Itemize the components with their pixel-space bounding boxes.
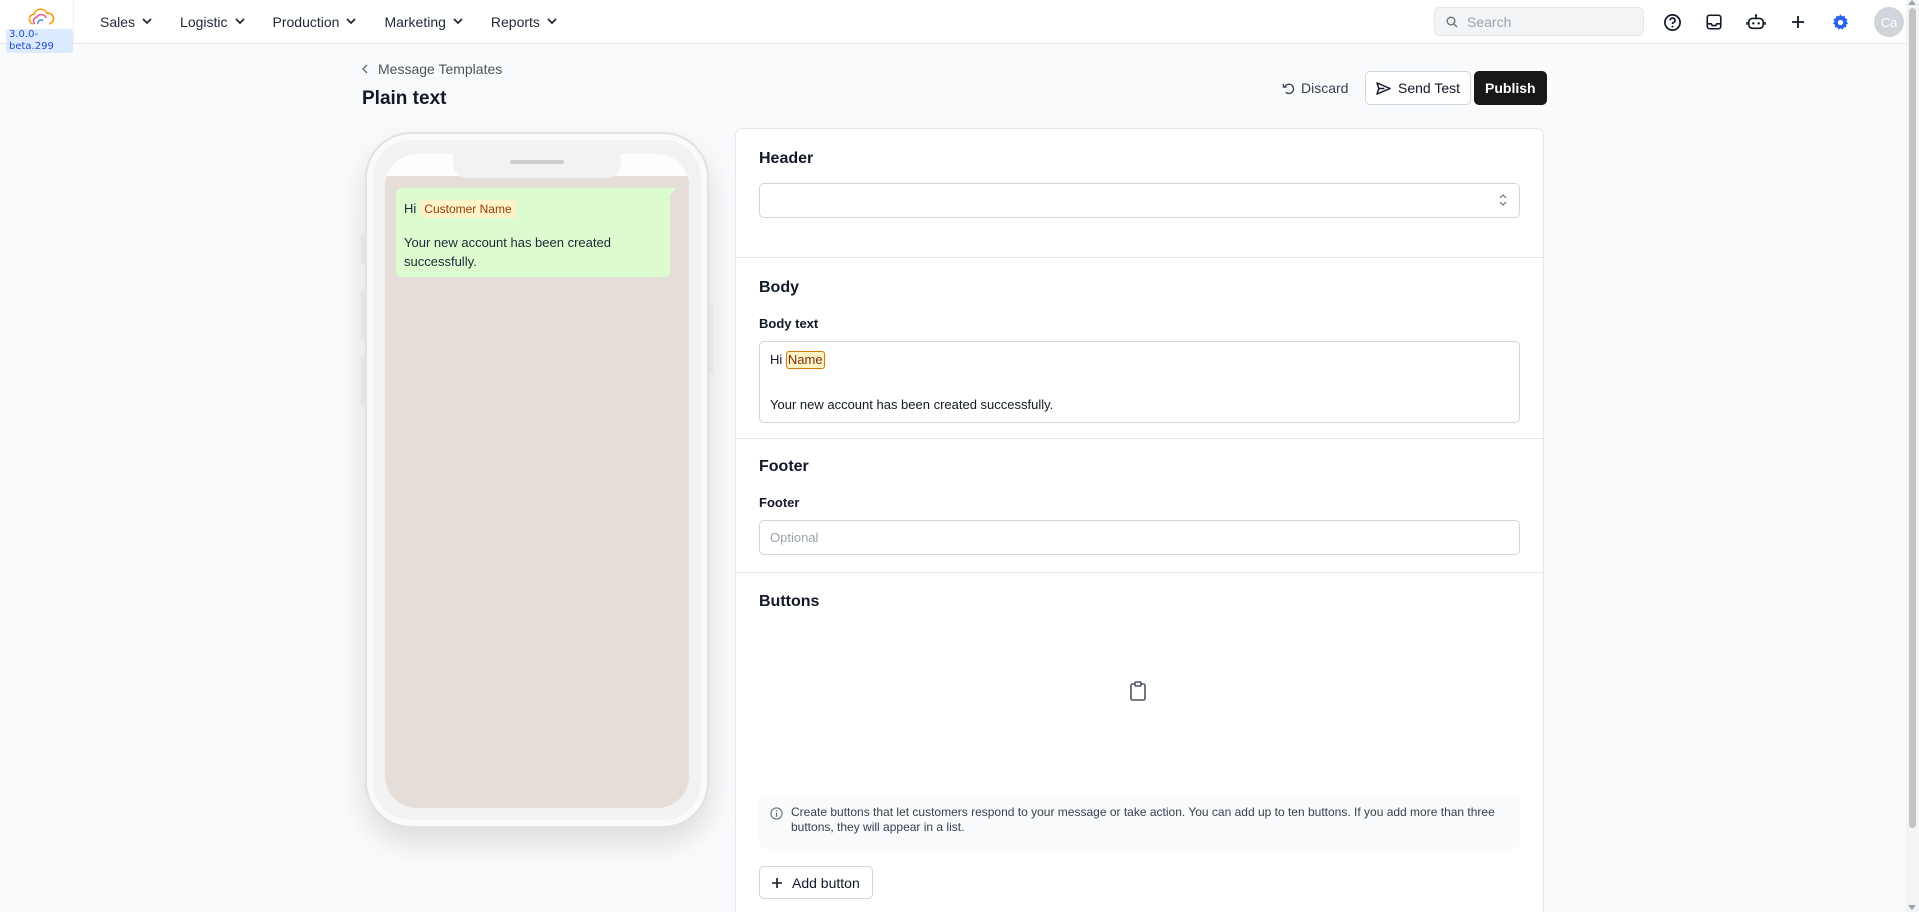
bot-button[interactable] [1745, 11, 1767, 33]
search-icon [1446, 16, 1458, 27]
scrollbar-thumb[interactable] [1909, 8, 1916, 828]
nav-reports-label: Reports [490, 13, 540, 30]
nav-sales-label: Sales [100, 13, 136, 30]
app-logo[interactable]: 3.0.0-beta.299 [0, 0, 74, 53]
body-section-title: Body [759, 279, 799, 296]
footer-label: Footer [759, 495, 800, 510]
discard-button[interactable]: Discard [1276, 71, 1354, 105]
search-input[interactable] [1467, 13, 1627, 30]
discard-label: Discard [1301, 80, 1349, 96]
chevron-down-icon [234, 18, 245, 25]
gear-icon [1832, 13, 1848, 30]
footer-section-title: Footer [759, 458, 809, 475]
nav-logistic[interactable]: Logistic [180, 13, 245, 30]
add-button-button[interactable]: Add button [759, 866, 873, 899]
breadcrumb-label: Message Templates [378, 61, 503, 77]
breadcrumb[interactable]: Message Templates [362, 61, 502, 77]
preview-variable-chip: Customer Name [420, 200, 516, 218]
nav-marketing[interactable]: Marketing [384, 13, 463, 30]
inbox-icon [1706, 14, 1722, 30]
cloud-logo-icon [28, 7, 55, 25]
header-section-title: Header [759, 150, 814, 167]
chevron-down-icon [547, 18, 557, 25]
clipboard-icon [1130, 681, 1146, 701]
help-button[interactable] [1661, 11, 1683, 33]
inbox-button[interactable] [1703, 11, 1725, 33]
body-section: Body Body text Hi Name Your new account … [736, 258, 1543, 439]
send-test-label: Send Test [1398, 80, 1461, 96]
top-navbar: 3.0.0-beta.299 Sales Logistic Production… [0, 0, 1906, 53]
template-editor-card: Header Body Body text Hi Name Your new a… [735, 128, 1544, 912]
plus-icon [1792, 16, 1804, 28]
chevron-down-icon [142, 18, 152, 25]
chevron-up-down-icon [1499, 194, 1507, 206]
chevron-down-icon [346, 18, 357, 25]
body-greeting: Hi [770, 352, 783, 367]
send-test-button[interactable]: Send Test [1365, 71, 1472, 105]
buttons-info-box: Create buttons that let customers respon… [759, 797, 1520, 849]
message-bubble: Hi Customer Name Your new account has bee… [396, 188, 677, 277]
phone-side-button [361, 356, 365, 406]
info-icon [770, 807, 783, 820]
phone-side-button [361, 234, 365, 264]
body-text: Your new account has been created succes… [770, 397, 1054, 412]
preview-body-text: Your new account has been created succes… [404, 235, 611, 269]
send-icon [1376, 81, 1391, 95]
phone-side-button [361, 290, 365, 340]
bot-icon [1746, 14, 1766, 30]
body-text-editor[interactable]: Hi Name Your new account has been create… [759, 341, 1520, 423]
add-button[interactable] [1787, 11, 1809, 33]
search-box[interactable] [1434, 7, 1644, 36]
nav-reports[interactable]: Reports [491, 14, 557, 30]
chevron-left-icon [362, 64, 368, 74]
main-nav: Sales Logistic Production Marketing Repo… [100, 14, 585, 30]
nav-production-label: Production [272, 13, 340, 30]
nav-marketing-label: Marketing [384, 13, 446, 30]
preview-greeting: Hi [404, 201, 417, 216]
settings-button[interactable] [1829, 11, 1851, 33]
scroll-down-icon[interactable] [1908, 905, 1916, 910]
nav-production[interactable]: Production [273, 14, 357, 30]
undo-icon [1282, 83, 1295, 94]
phone-screen: Hi Customer Name Your new account has bee… [385, 154, 689, 808]
page-scrollbar[interactable] [1906, 0, 1919, 912]
header-section: Header [736, 129, 1543, 258]
preview-greeting-line: Hi Customer Name [404, 199, 662, 218]
scroll-up-icon[interactable] [1908, 0, 1916, 5]
nav-logistic-label: Logistic [180, 13, 228, 30]
phone-side-button [709, 304, 713, 374]
body-variable-chip[interactable]: Name [785, 351, 825, 369]
add-button-label: Add button [792, 874, 860, 891]
page-title: Plain text [362, 88, 447, 109]
buttons-info-text: Create buttons that let customers respon… [791, 805, 1495, 834]
plus-icon [772, 877, 782, 888]
phone-preview: Hi Customer Name Your new account has bee… [361, 132, 713, 828]
header-type-select[interactable] [759, 183, 1520, 218]
version-badge: 3.0.0-beta.299 [6, 28, 73, 53]
help-circle-icon [1663, 13, 1681, 31]
avatar[interactable]: Ca [1874, 7, 1904, 37]
footer-input[interactable] [759, 520, 1520, 555]
body-text-label: Body text [759, 316, 819, 331]
publish-button[interactable]: Publish [1474, 71, 1547, 105]
buttons-section-title: Buttons [759, 593, 820, 610]
nav-sales[interactable]: Sales [100, 14, 152, 30]
chevron-down-icon [453, 18, 463, 25]
phone-notch [453, 154, 621, 178]
footer-section: Footer Footer [736, 439, 1543, 573]
